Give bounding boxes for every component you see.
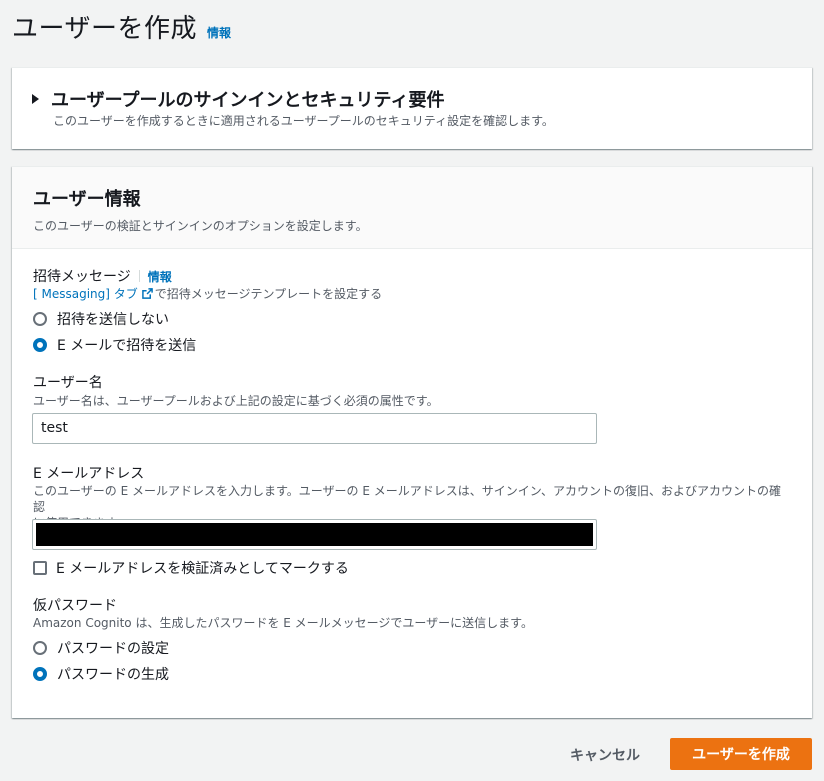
radio-no-invite[interactable]: 招待を送信しない bbox=[33, 309, 169, 329]
radio-label: パスワードの設定 bbox=[57, 638, 169, 658]
security-requirements-description: このユーザーを作成するときに適用されるユーザープールのセキュリティ設定を確認しま… bbox=[53, 112, 554, 129]
security-requirements-title: ユーザープールのサインインとセキュリティ要件 bbox=[51, 86, 444, 112]
temp-password-label: 仮パスワード bbox=[33, 595, 117, 615]
email-label: E メールアドレス bbox=[33, 463, 144, 483]
invitation-label-row: 招待メッセージ 情報 bbox=[33, 266, 172, 286]
verify-email-checkbox-row[interactable]: E メールアドレスを検証済みとしてマークする bbox=[33, 558, 349, 578]
username-description: ユーザー名は、ユーザープールおよび上記の設定に基づく必須の属性です。 bbox=[33, 393, 439, 409]
username-input[interactable]: test bbox=[32, 413, 597, 444]
radio-generate-password[interactable]: パスワードの生成 bbox=[33, 664, 169, 684]
radio-button[interactable] bbox=[33, 667, 47, 681]
security-requirements-panel: ユーザープールのサインインとセキュリティ要件 このユーザーを作成するときに適用さ… bbox=[12, 67, 812, 149]
user-info-description: このユーザーの検証とサインインのオプションを設定します。 bbox=[33, 217, 812, 234]
radio-label: 招待を送信しない bbox=[57, 309, 169, 329]
radio-label: パスワードの生成 bbox=[57, 664, 169, 684]
invitation-description: [ Messaging] タブ で招待メッセージテンプレートを設定する bbox=[33, 286, 382, 302]
radio-email-invite[interactable]: E メールで招待を送信 bbox=[33, 335, 196, 355]
caret-right-icon bbox=[32, 94, 39, 104]
radio-label: E メールで招待を送信 bbox=[57, 335, 196, 355]
page-header: ユーザーを作成 情報 bbox=[12, 8, 231, 45]
invitation-info-link[interactable]: 情報 bbox=[148, 268, 172, 285]
user-info-panel: ユーザー情報 このユーザーの検証とサインインのオプションを設定します。 招待メッ… bbox=[12, 166, 812, 718]
radio-button[interactable] bbox=[33, 641, 47, 655]
invitation-label: 招待メッセージ bbox=[33, 266, 131, 286]
page-title: ユーザーを作成 bbox=[12, 8, 197, 45]
user-info-title: ユーザー情報 bbox=[33, 185, 812, 211]
email-description-line1: このユーザーの E メールアドレスを入力します。ユーザーの E メールアドレスは… bbox=[33, 483, 793, 515]
invitation-desc-suffix: で招待メッセージテンプレートを設定する bbox=[155, 287, 382, 301]
radio-set-password[interactable]: パスワードの設定 bbox=[33, 638, 169, 658]
security-requirements-toggle[interactable]: ユーザープールのサインインとセキュリティ要件 bbox=[32, 86, 444, 112]
create-user-button[interactable]: ユーザーを作成 bbox=[670, 738, 812, 770]
cancel-button[interactable]: キャンセル bbox=[570, 745, 640, 765]
messaging-tab-link[interactable]: [ Messaging] タブ bbox=[33, 287, 138, 301]
verify-email-label: E メールアドレスを検証済みとしてマークする bbox=[56, 558, 349, 578]
user-info-header: ユーザー情報 このユーザーの検証とサインインのオプションを設定します。 bbox=[12, 167, 812, 249]
verify-email-checkbox[interactable] bbox=[33, 561, 47, 575]
divider bbox=[139, 270, 140, 282]
radio-button[interactable] bbox=[33, 312, 47, 326]
page-info-link[interactable]: 情報 bbox=[207, 24, 231, 41]
radio-button[interactable] bbox=[33, 338, 47, 352]
email-input[interactable] bbox=[32, 519, 597, 550]
external-link-icon bbox=[142, 288, 153, 299]
temp-password-description: Amazon Cognito は、生成したパスワードを E メールメッセージでユ… bbox=[33, 615, 533, 631]
username-label: ユーザー名 bbox=[33, 372, 103, 392]
redacted-email-value bbox=[36, 523, 593, 546]
